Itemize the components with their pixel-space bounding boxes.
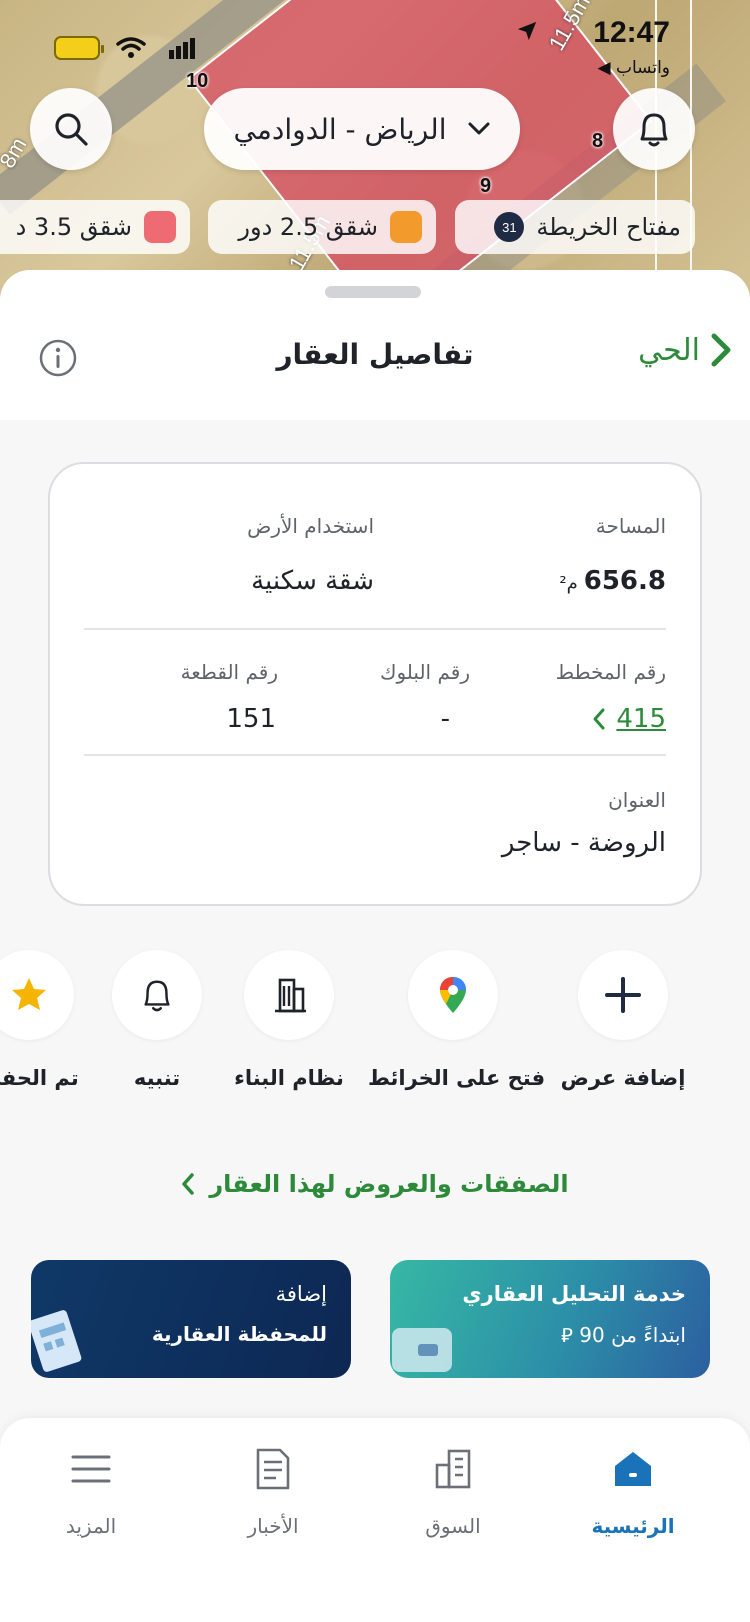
battery-icon — [54, 36, 104, 60]
back-to-app-link[interactable]: ◀ واتساب — [598, 58, 671, 78]
tab-news-label: الأخبار — [247, 1514, 299, 1538]
plan-number-label: رقم المخطط — [555, 660, 666, 684]
portfolio-banner-title: للمحفظة العقارية — [151, 1322, 327, 1346]
land-use-value: شقة سكنية — [251, 566, 374, 596]
star-icon — [12, 978, 46, 1010]
map-plot-label: 8 — [592, 130, 604, 152]
google-maps-pin-icon — [440, 977, 466, 1013]
add-offer-button[interactable]: إضافة عرض — [538, 950, 708, 1090]
address-label: العنوان — [608, 788, 666, 812]
property-actions: إضافة عرض فتح على الخرائط نظام البناء تن… — [0, 950, 750, 1110]
map-plot-label: 9 — [480, 175, 492, 197]
plan-number-link[interactable]: 415 — [592, 704, 666, 734]
location-arrow-icon — [517, 21, 537, 41]
tab-market[interactable]: السوق — [378, 1444, 528, 1538]
area-label: المساحة — [595, 514, 666, 538]
chevron-left-icon — [182, 1173, 195, 1195]
block-number-value: - — [440, 704, 450, 734]
search-icon — [55, 113, 88, 146]
sheet-header: تفاصيل العقار الحي — [0, 270, 750, 420]
tab-news[interactable]: الأخبار — [198, 1444, 348, 1538]
property-info-card: المساحة 656.8 م² استخدام الأرض شقة سكنية… — [48, 462, 702, 906]
saved-button[interactable]: تم الحفظ — [0, 950, 114, 1090]
area-value: 656.8 — [583, 566, 666, 596]
address-value: الروضة - ساجر — [501, 828, 666, 858]
map-key-label: مفتاح الخريطة — [536, 213, 681, 241]
bell-icon — [144, 980, 170, 1012]
open-in-maps-label: فتح على الخرائط — [368, 1066, 546, 1090]
building-code-circle — [244, 950, 334, 1040]
bottom-tab-bar: الرئيسية السوق الأخبار المزيد — [0, 1418, 750, 1622]
tab-more-label: المزيد — [65, 1514, 117, 1538]
map-key-chip[interactable]: مفتاح الخريطة 31 — [455, 200, 695, 254]
add-offer-circle — [578, 950, 668, 1040]
map-view[interactable]: 10 8 9 11.5m 11.5m 8m 12:47 ◀ واتساب الر… — [0, 0, 750, 300]
analysis-service-banner[interactable]: خدمة التحليل العقاري ابتداءً من 90 ⃁ — [390, 1260, 710, 1378]
tab-market-label: السوق — [425, 1514, 481, 1538]
legend-chip-apartments-2-5[interactable]: شقق 2.5 دور — [208, 200, 436, 254]
wifi-icon — [116, 37, 146, 58]
menu-icon — [71, 1455, 111, 1483]
tab-more[interactable]: المزيد — [16, 1444, 166, 1538]
city-selector-label: الرياض - الدوادمي — [233, 112, 447, 146]
calculator-document-icon — [31, 1310, 82, 1372]
map-boundary-line — [690, 0, 692, 300]
open-in-maps-circle — [408, 950, 498, 1040]
home-icon — [615, 1452, 651, 1486]
search-button[interactable] — [30, 88, 112, 170]
map-key-badge: 31 — [494, 212, 525, 242]
plot-number-value: 151 — [226, 704, 276, 734]
land-use-label: استخدام الأرض — [247, 514, 374, 538]
status-time: 12:47 — [593, 16, 670, 49]
chevron-left-icon — [593, 708, 605, 730]
tab-home[interactable]: الرئيسية — [558, 1444, 708, 1538]
plus-icon — [605, 977, 641, 1013]
tab-home-label: الرئيسية — [591, 1514, 675, 1538]
bell-icon — [640, 113, 668, 147]
open-in-maps-button[interactable]: فتح على الخرائط — [368, 950, 546, 1090]
legend-swatch — [390, 211, 422, 243]
analysis-service-price: ابتداءً من 90 ⃁ — [561, 1323, 686, 1347]
block-number-label: رقم البلوك — [379, 660, 470, 684]
add-to-portfolio-banner[interactable]: إضافة للمحفظة العقارية — [31, 1260, 351, 1378]
legend-swatch — [144, 211, 176, 243]
legend-label: شقق 2.5 دور — [238, 213, 378, 241]
divider — [84, 754, 666, 756]
building-icon — [275, 978, 306, 1013]
cellular-signal-icon — [169, 38, 195, 59]
city-selector[interactable]: الرياض - الدوادمي — [204, 88, 520, 170]
deals-offers-label: الصفقات والعروض لهذا العقار — [209, 1170, 569, 1198]
legend-chip-apartments-3-5[interactable]: شقق 3.5 د — [0, 200, 190, 254]
wallet-icon — [392, 1328, 452, 1372]
neighborhood-back-link[interactable]: الحي — [638, 332, 732, 368]
saved-label: تم الحفظ — [0, 1066, 79, 1090]
buildings-icon — [435, 1449, 471, 1489]
portfolio-banner-top: إضافة — [275, 1282, 327, 1306]
legend-label: شقق 3.5 د — [15, 213, 132, 241]
alert-circle — [112, 950, 202, 1040]
plot-number-label: رقم القطعة — [180, 660, 278, 684]
newspaper-icon — [256, 1448, 290, 1490]
notifications-button[interactable] — [613, 88, 695, 170]
area-unit: م² — [559, 573, 578, 594]
area-value-group: 656.8 م² — [559, 566, 666, 596]
map-plot-label: 10 — [186, 70, 209, 92]
plan-number-value: 415 — [616, 704, 666, 734]
analysis-service-title: خدمة التحليل العقاري — [462, 1282, 686, 1306]
back-link-label: الحي — [638, 332, 700, 368]
chevron-right-icon — [711, 333, 731, 367]
sheet-grabber[interactable] — [325, 286, 421, 298]
saved-circle — [0, 950, 74, 1040]
chevron-down-icon — [468, 122, 490, 135]
divider — [84, 628, 666, 630]
add-offer-label: إضافة عرض — [560, 1066, 686, 1090]
deals-offers-link[interactable]: الصفقات والعروض لهذا العقار — [0, 1170, 750, 1198]
